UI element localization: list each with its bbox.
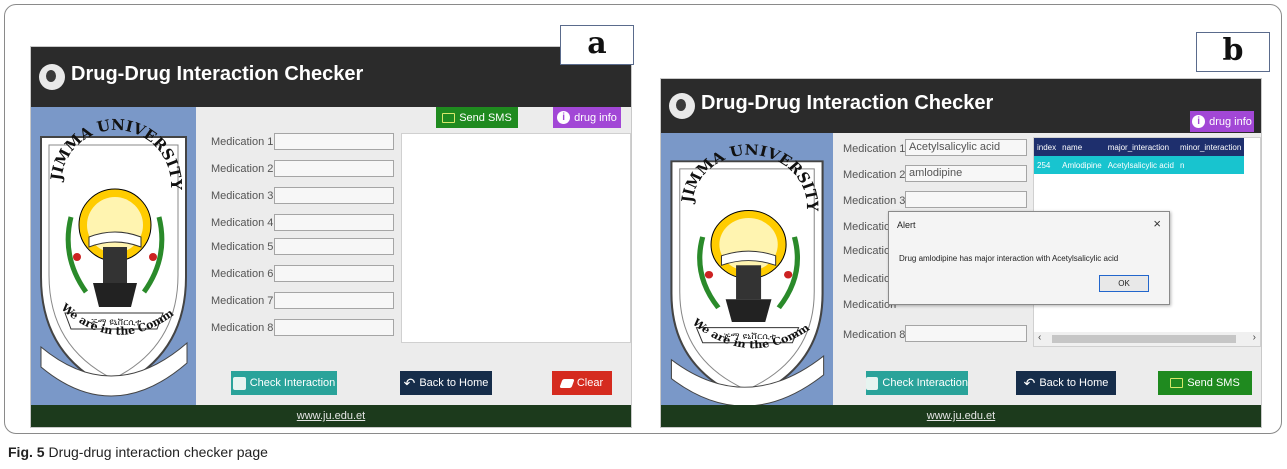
back-to-home-button[interactable]: ↶ Back to Home xyxy=(400,371,492,395)
panel-a-tag: a xyxy=(560,25,634,65)
medication-2-input[interactable]: amlodipine xyxy=(905,165,1027,182)
app-title: Drug-Drug Interaction Checker xyxy=(71,63,364,85)
app-logo-icon xyxy=(39,64,65,90)
clear-button[interactable]: Clear xyxy=(552,371,612,395)
medication-6-label: Medication 6 xyxy=(211,268,274,280)
back-arrow-icon: ↶ xyxy=(403,374,416,391)
app-title: Drug-Drug Interaction Checker xyxy=(701,92,994,114)
send-sms-button[interactable]: Send SMS xyxy=(436,107,518,128)
panel-b-tag: b xyxy=(1196,32,1270,72)
checkbox-icon xyxy=(232,376,246,390)
medication-5-input[interactable] xyxy=(274,238,394,255)
table-cell: 254 xyxy=(1037,160,1051,170)
interaction-result-area xyxy=(401,133,631,343)
medication-1-input[interactable] xyxy=(274,133,394,150)
medication-3-label: Medication 3 xyxy=(843,195,906,207)
medication-2-label: Medication 2 xyxy=(211,163,274,175)
column-header-index[interactable]: index xyxy=(1034,138,1059,156)
panel-b: Drug-Drug Interaction Checker JIMMA UNIV… xyxy=(660,78,1262,428)
medication-1-input[interactable]: Acetylsalicylic acid xyxy=(905,139,1027,156)
column-header-name[interactable]: name xyxy=(1059,138,1105,156)
medication-2-label: Medication 2 xyxy=(843,169,906,181)
alert-dialog: Alert × Drug amlodipine has major intera… xyxy=(888,211,1170,305)
back-arrow-icon: ↶ xyxy=(1023,374,1036,391)
check-interaction-button[interactable]: Check Interaction xyxy=(231,371,337,395)
check-interaction-button[interactable]: Check Interaction xyxy=(866,371,968,395)
medication-2-input[interactable] xyxy=(274,160,394,177)
medication-3-input[interactable] xyxy=(274,187,394,204)
message-icon xyxy=(442,112,456,123)
university-sidebar: JIMMA UNIVERSITY ጅማ ዩኒቨርሲቲ We are in the… xyxy=(31,97,196,405)
jimma-university-logo-icon: JIMMA UNIVERSITY ጅማ ዩኒቨርሲቲ We are in the… xyxy=(31,97,188,397)
medication-3-label: Medication 3 xyxy=(211,190,274,202)
medication-8-label: Medication 8 xyxy=(211,322,274,334)
medication-1-label: Medication 1 xyxy=(843,143,906,155)
table-row[interactable]: 254 Amlodipine Acetylsalicylic acid n xyxy=(1034,156,1245,174)
table-header-row: index name major_interaction minor_inter… xyxy=(1034,138,1245,156)
eraser-icon xyxy=(559,378,575,388)
university-sidebar: JIMMA UNIVERSITY ጅማ ዩኒቨርሲቲ We are in the… xyxy=(661,124,833,407)
jimma-university-logo-icon: JIMMA UNIVERSITY ጅማ ዩኒቨርሲቲ We are in the… xyxy=(661,124,825,407)
footer-link[interactable]: www.ju.edu.et xyxy=(31,405,631,427)
medication-6-input[interactable] xyxy=(274,265,394,282)
send-sms-button[interactable]: Send SMS xyxy=(1158,371,1252,395)
medication-5-label: Medication 5 xyxy=(211,241,274,253)
drug-info-button[interactable]: i drug info xyxy=(553,107,621,128)
alert-message: Drug amlodipine has major interaction wi… xyxy=(899,254,1119,263)
scroll-left-icon[interactable]: ‹ xyxy=(1038,332,1041,343)
checkbox-icon xyxy=(866,376,879,390)
horizontal-scrollbar[interactable]: ‹ › xyxy=(1034,332,1260,346)
ok-button[interactable]: OK xyxy=(1099,275,1149,292)
medication-8-input[interactable] xyxy=(274,319,394,336)
title-bar: Drug-Drug Interaction Checker xyxy=(31,47,631,107)
table-cell: n xyxy=(1179,160,1185,170)
scroll-right-icon[interactable]: › xyxy=(1253,332,1256,343)
figure-caption: Fig. 5 Drug-drug interaction checker pag… xyxy=(8,444,268,460)
message-icon xyxy=(1170,378,1184,388)
scroll-thumb[interactable] xyxy=(1052,335,1236,343)
info-icon: i xyxy=(557,111,571,124)
table-cell: Acetylsalicylic acid xyxy=(1107,160,1174,170)
title-bar: Drug-Drug Interaction Checker xyxy=(661,79,1261,133)
medication-8-input[interactable] xyxy=(905,325,1027,342)
medication-7-label: Medication 7 xyxy=(211,295,274,307)
medication-7-input[interactable] xyxy=(274,292,394,309)
drug-info-button[interactable]: i drug info xyxy=(1190,111,1254,132)
app-logo-icon xyxy=(669,93,695,119)
close-icon[interactable]: × xyxy=(1153,216,1161,231)
table-cell: Amlodipine xyxy=(1062,160,1102,170)
panel-a: Drug-Drug Interaction Checker JIMMA UNIV… xyxy=(30,46,632,428)
interaction-table: index name major_interaction minor_inter… xyxy=(1034,138,1245,174)
footer-link[interactable]: www.ju.edu.et xyxy=(661,405,1261,427)
caption-label: Fig. 5 xyxy=(8,444,45,460)
column-header-major-interaction[interactable]: major_interaction xyxy=(1105,138,1177,156)
medication-4-label: Medication 4 xyxy=(211,217,274,229)
medication-1-label: Medication 1 xyxy=(211,136,274,148)
medication-8-label: Medication 8 xyxy=(843,329,906,341)
back-to-home-button[interactable]: ↶ Back to Home xyxy=(1016,371,1116,395)
column-header-minor-interaction[interactable]: minor_interaction xyxy=(1177,138,1244,156)
info-icon: i xyxy=(1192,115,1206,128)
alert-title: Alert xyxy=(897,220,916,230)
medication-3-input[interactable] xyxy=(905,191,1027,208)
caption-text: Drug-drug interaction checker page xyxy=(48,444,268,460)
medication-4-input[interactable] xyxy=(274,214,394,231)
